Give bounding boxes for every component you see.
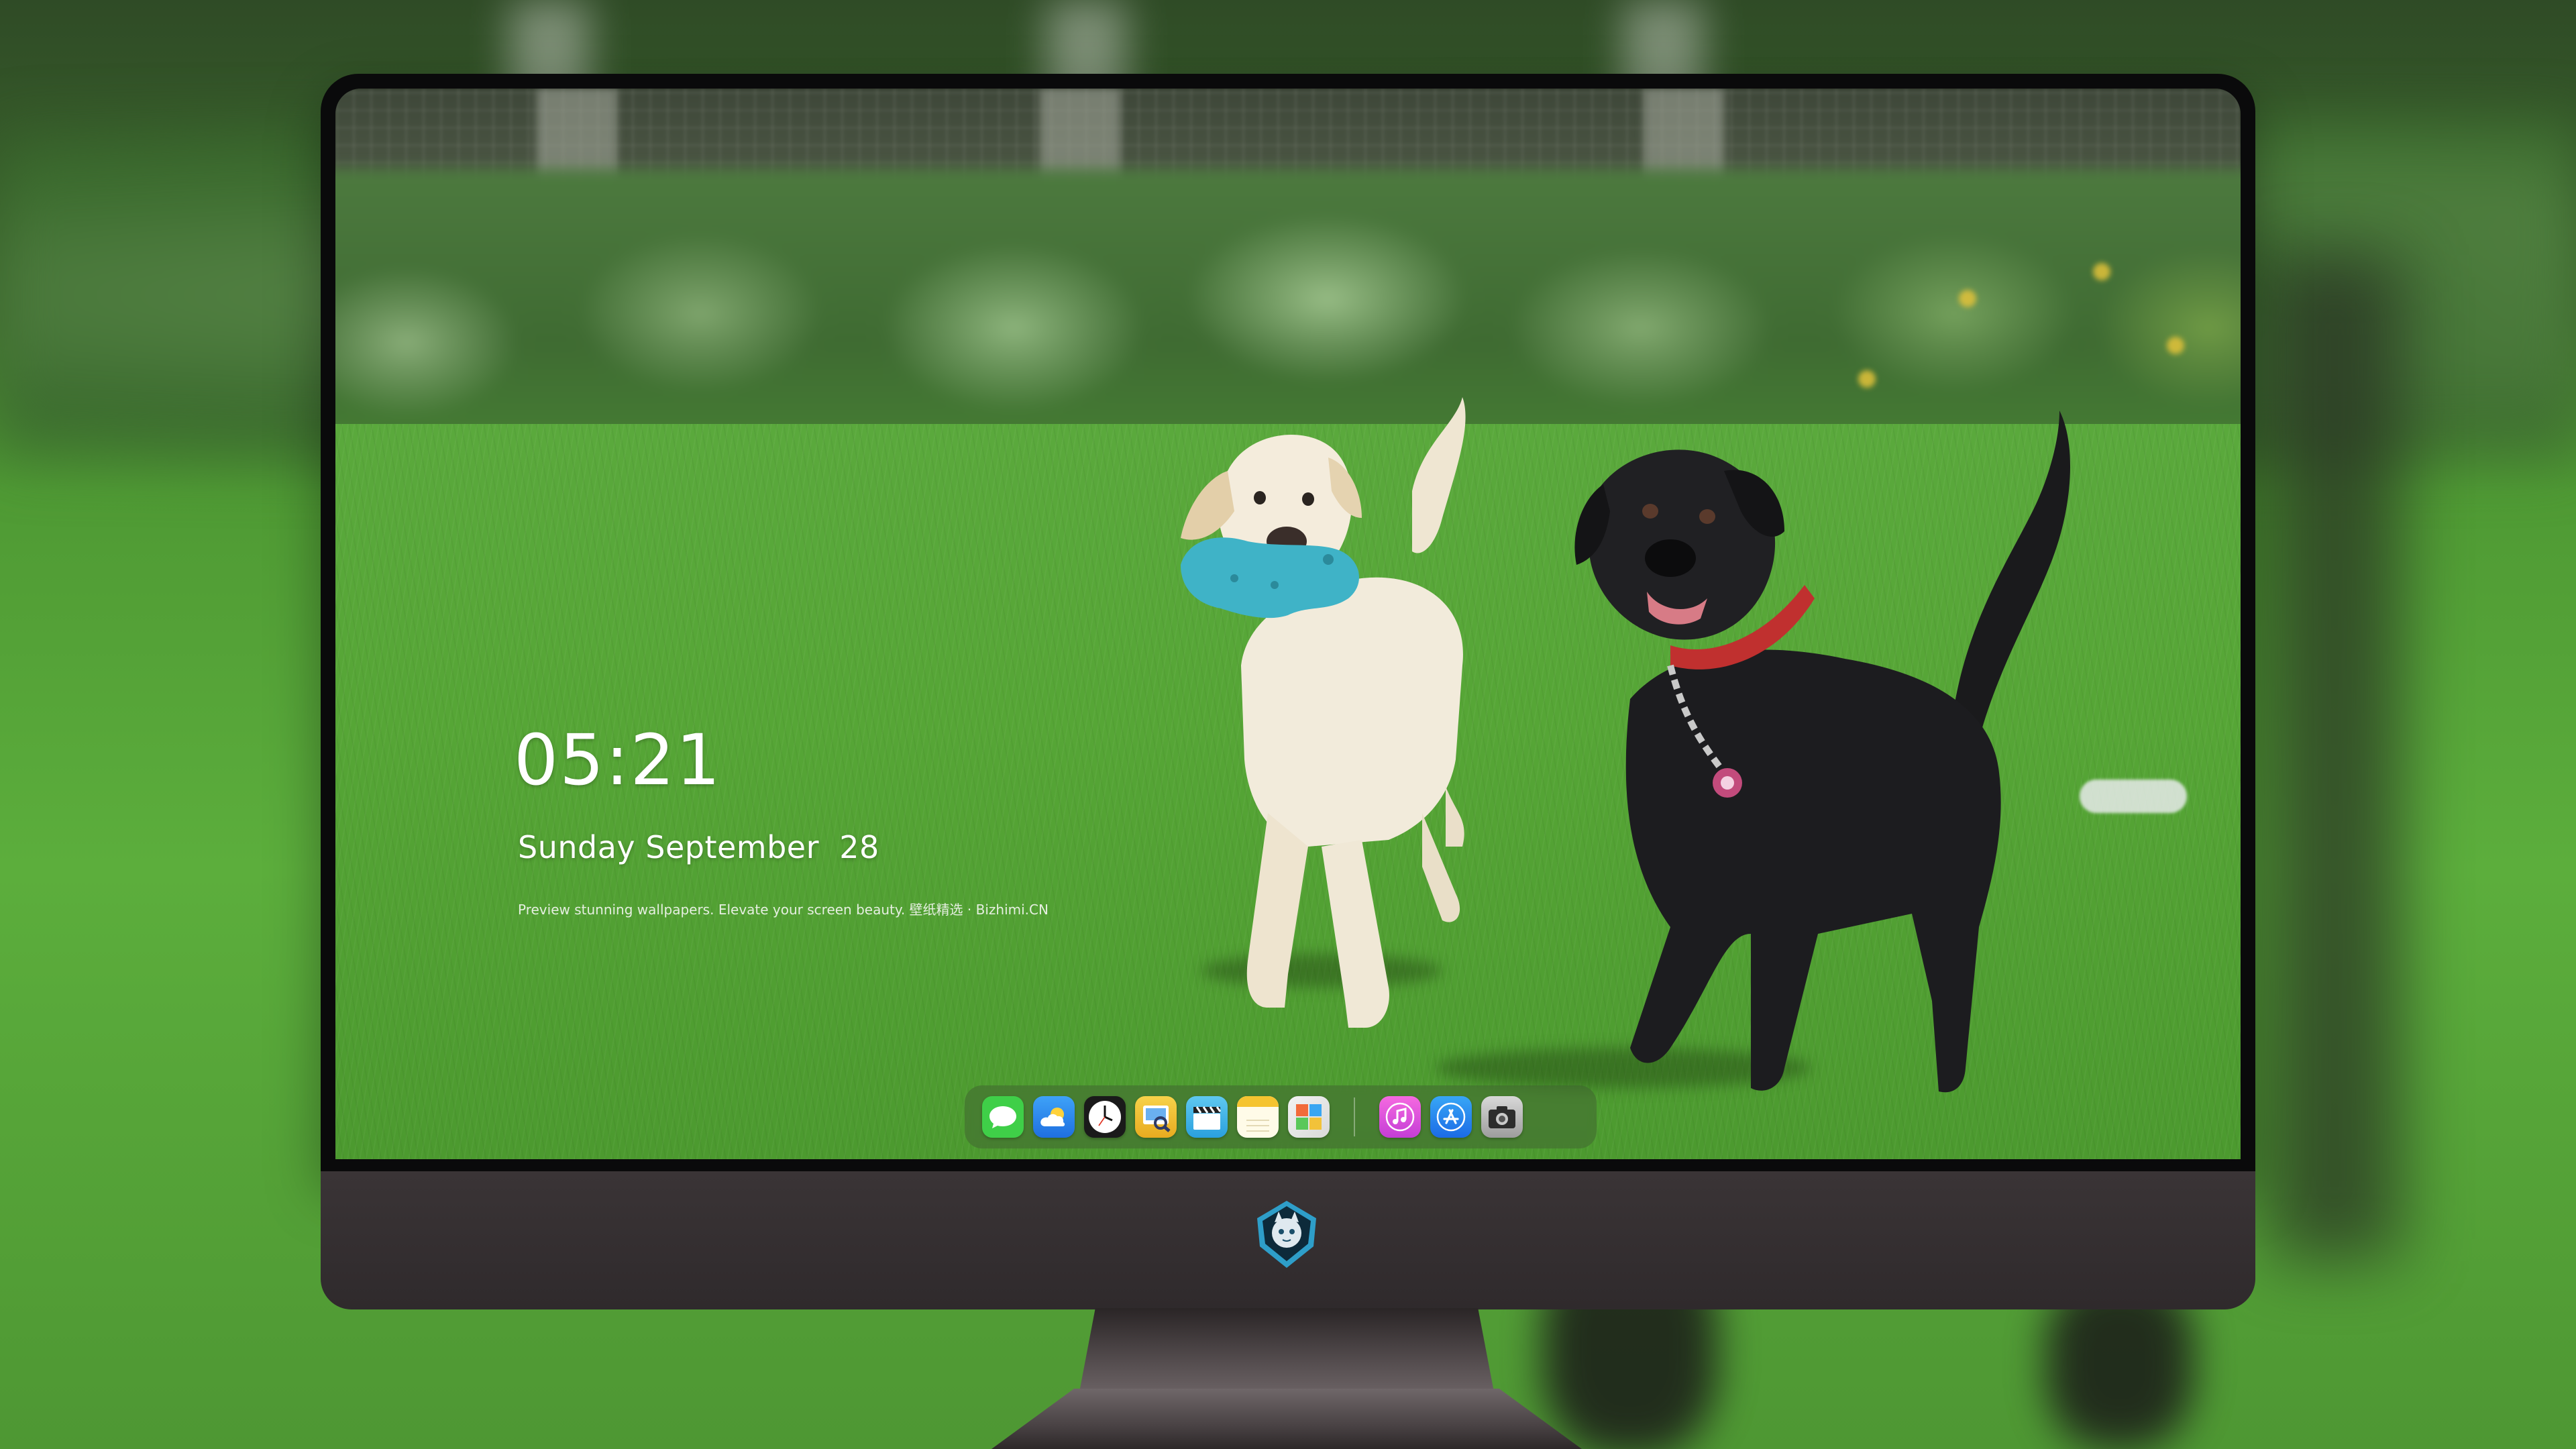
monitor-stand-base bbox=[991, 1389, 1582, 1449]
music-icon[interactable] bbox=[1379, 1096, 1421, 1138]
lock-date: Sunday September 28 bbox=[518, 829, 879, 865]
monitor-stand-neck bbox=[1079, 1308, 1495, 1395]
monitor: 05:21 Sunday September 28 Preview stunni… bbox=[321, 74, 2255, 1309]
wallpaper: 05:21 Sunday September 28 Preview stunni… bbox=[335, 89, 2241, 1159]
clapperboard-icon[interactable] bbox=[1186, 1096, 1228, 1138]
clock-icon[interactable] bbox=[1084, 1096, 1126, 1138]
dock bbox=[965, 1085, 1597, 1148]
photos-icon[interactable] bbox=[1288, 1096, 1330, 1138]
camera-icon[interactable] bbox=[1481, 1096, 1523, 1138]
black-labrador-image bbox=[1574, 411, 2071, 1093]
monitor-bezel: 05:21 Sunday September 28 Preview stunni… bbox=[321, 74, 2255, 1174]
preview-icon[interactable] bbox=[1135, 1096, 1177, 1138]
clock-time: 05:21 bbox=[514, 719, 722, 801]
app-store-icon[interactable] bbox=[1430, 1096, 1472, 1138]
wallpaper-tagline: Preview stunning wallpapers. Elevate you… bbox=[518, 902, 1049, 918]
messages-icon[interactable] bbox=[982, 1096, 1024, 1138]
notes-icon[interactable] bbox=[1237, 1096, 1279, 1138]
dock-separator bbox=[1354, 1097, 1355, 1136]
weather-icon[interactable] bbox=[1033, 1096, 1075, 1138]
mascot-logo-icon bbox=[1257, 1201, 1316, 1268]
lock-screen[interactable]: 05:21 Sunday September 28 Preview stunni… bbox=[335, 89, 2241, 1159]
